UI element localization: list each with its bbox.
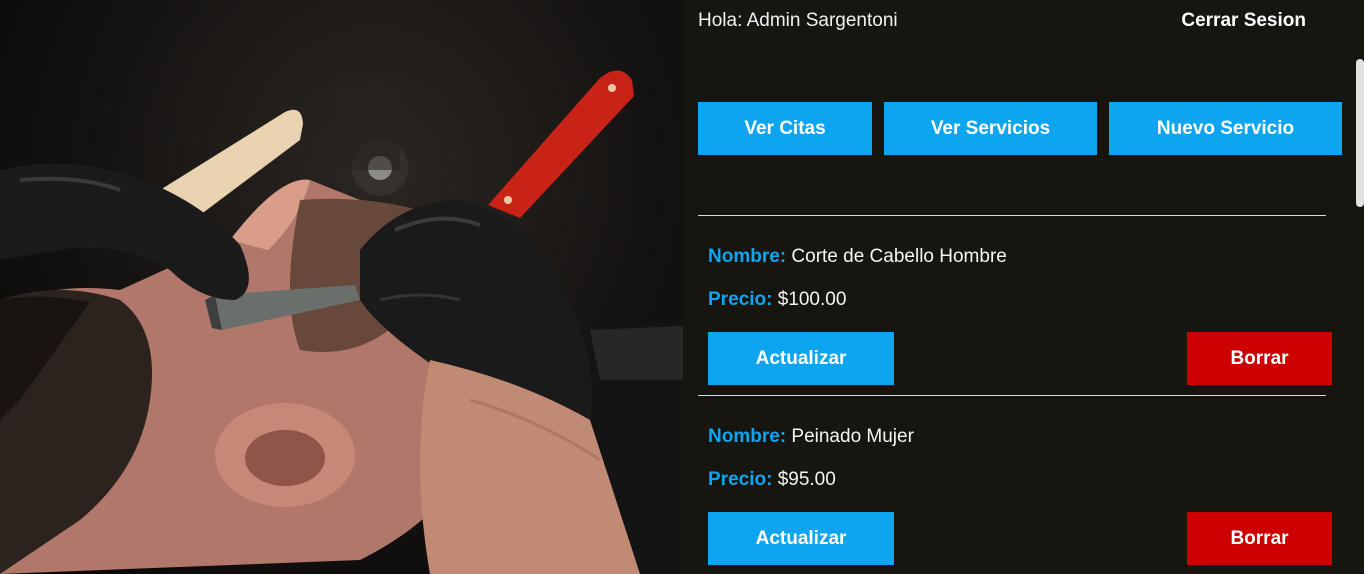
update-service-button[interactable]: Actualizar [708,512,894,565]
admin-panel: Hola: Admin Sargentoni Cerrar Sesion Ver… [683,0,1364,574]
barber-shaving-illustration [0,70,683,574]
service-price-label: Precio: [708,289,778,310]
service-price-label: Precio: [708,469,778,490]
logout-link[interactable]: Cerrar Sesion [1181,10,1306,32]
view-appointments-button[interactable]: Ver Citas [698,102,872,155]
view-services-button[interactable]: Ver Servicios [884,102,1097,155]
service-item: Nombre: Corte de Cabello Hombre Precio: … [698,216,1332,396]
service-item: Nombre: Peinado Mujer Precio: $95.00 Act… [698,396,1332,574]
service-name-row: Nombre: Peinado Mujer [708,426,914,448]
service-name: Peinado Mujer [791,426,914,447]
new-service-button[interactable]: Nuevo Servicio [1109,102,1342,155]
hero-image [0,0,683,574]
service-price-row: Precio: $100.00 [708,289,846,311]
delete-service-button[interactable]: Borrar [1187,512,1332,565]
delete-service-button[interactable]: Borrar [1187,332,1332,385]
service-price: $95.00 [777,469,836,490]
page: Hola: Admin Sargentoni Cerrar Sesion Ver… [0,0,1364,574]
service-price: $100.00 [777,289,847,310]
scrollbar-thumb[interactable] [1356,59,1364,207]
header-bar: Hola: Admin Sargentoni Cerrar Sesion [698,8,1306,34]
update-service-button[interactable]: Actualizar [708,332,894,385]
user-greeting: Hola: Admin Sargentoni [698,10,898,31]
admin-nav: Ver Citas Ver Servicios Nuevo Servicio [698,102,1342,155]
service-name-label: Nombre: [708,426,792,447]
service-price-row: Precio: $95.00 [708,469,836,491]
service-name-label: Nombre: [708,246,792,267]
service-name: Corte de Cabello Hombre [791,246,1007,267]
service-name-row: Nombre: Corte de Cabello Hombre [708,246,1007,268]
